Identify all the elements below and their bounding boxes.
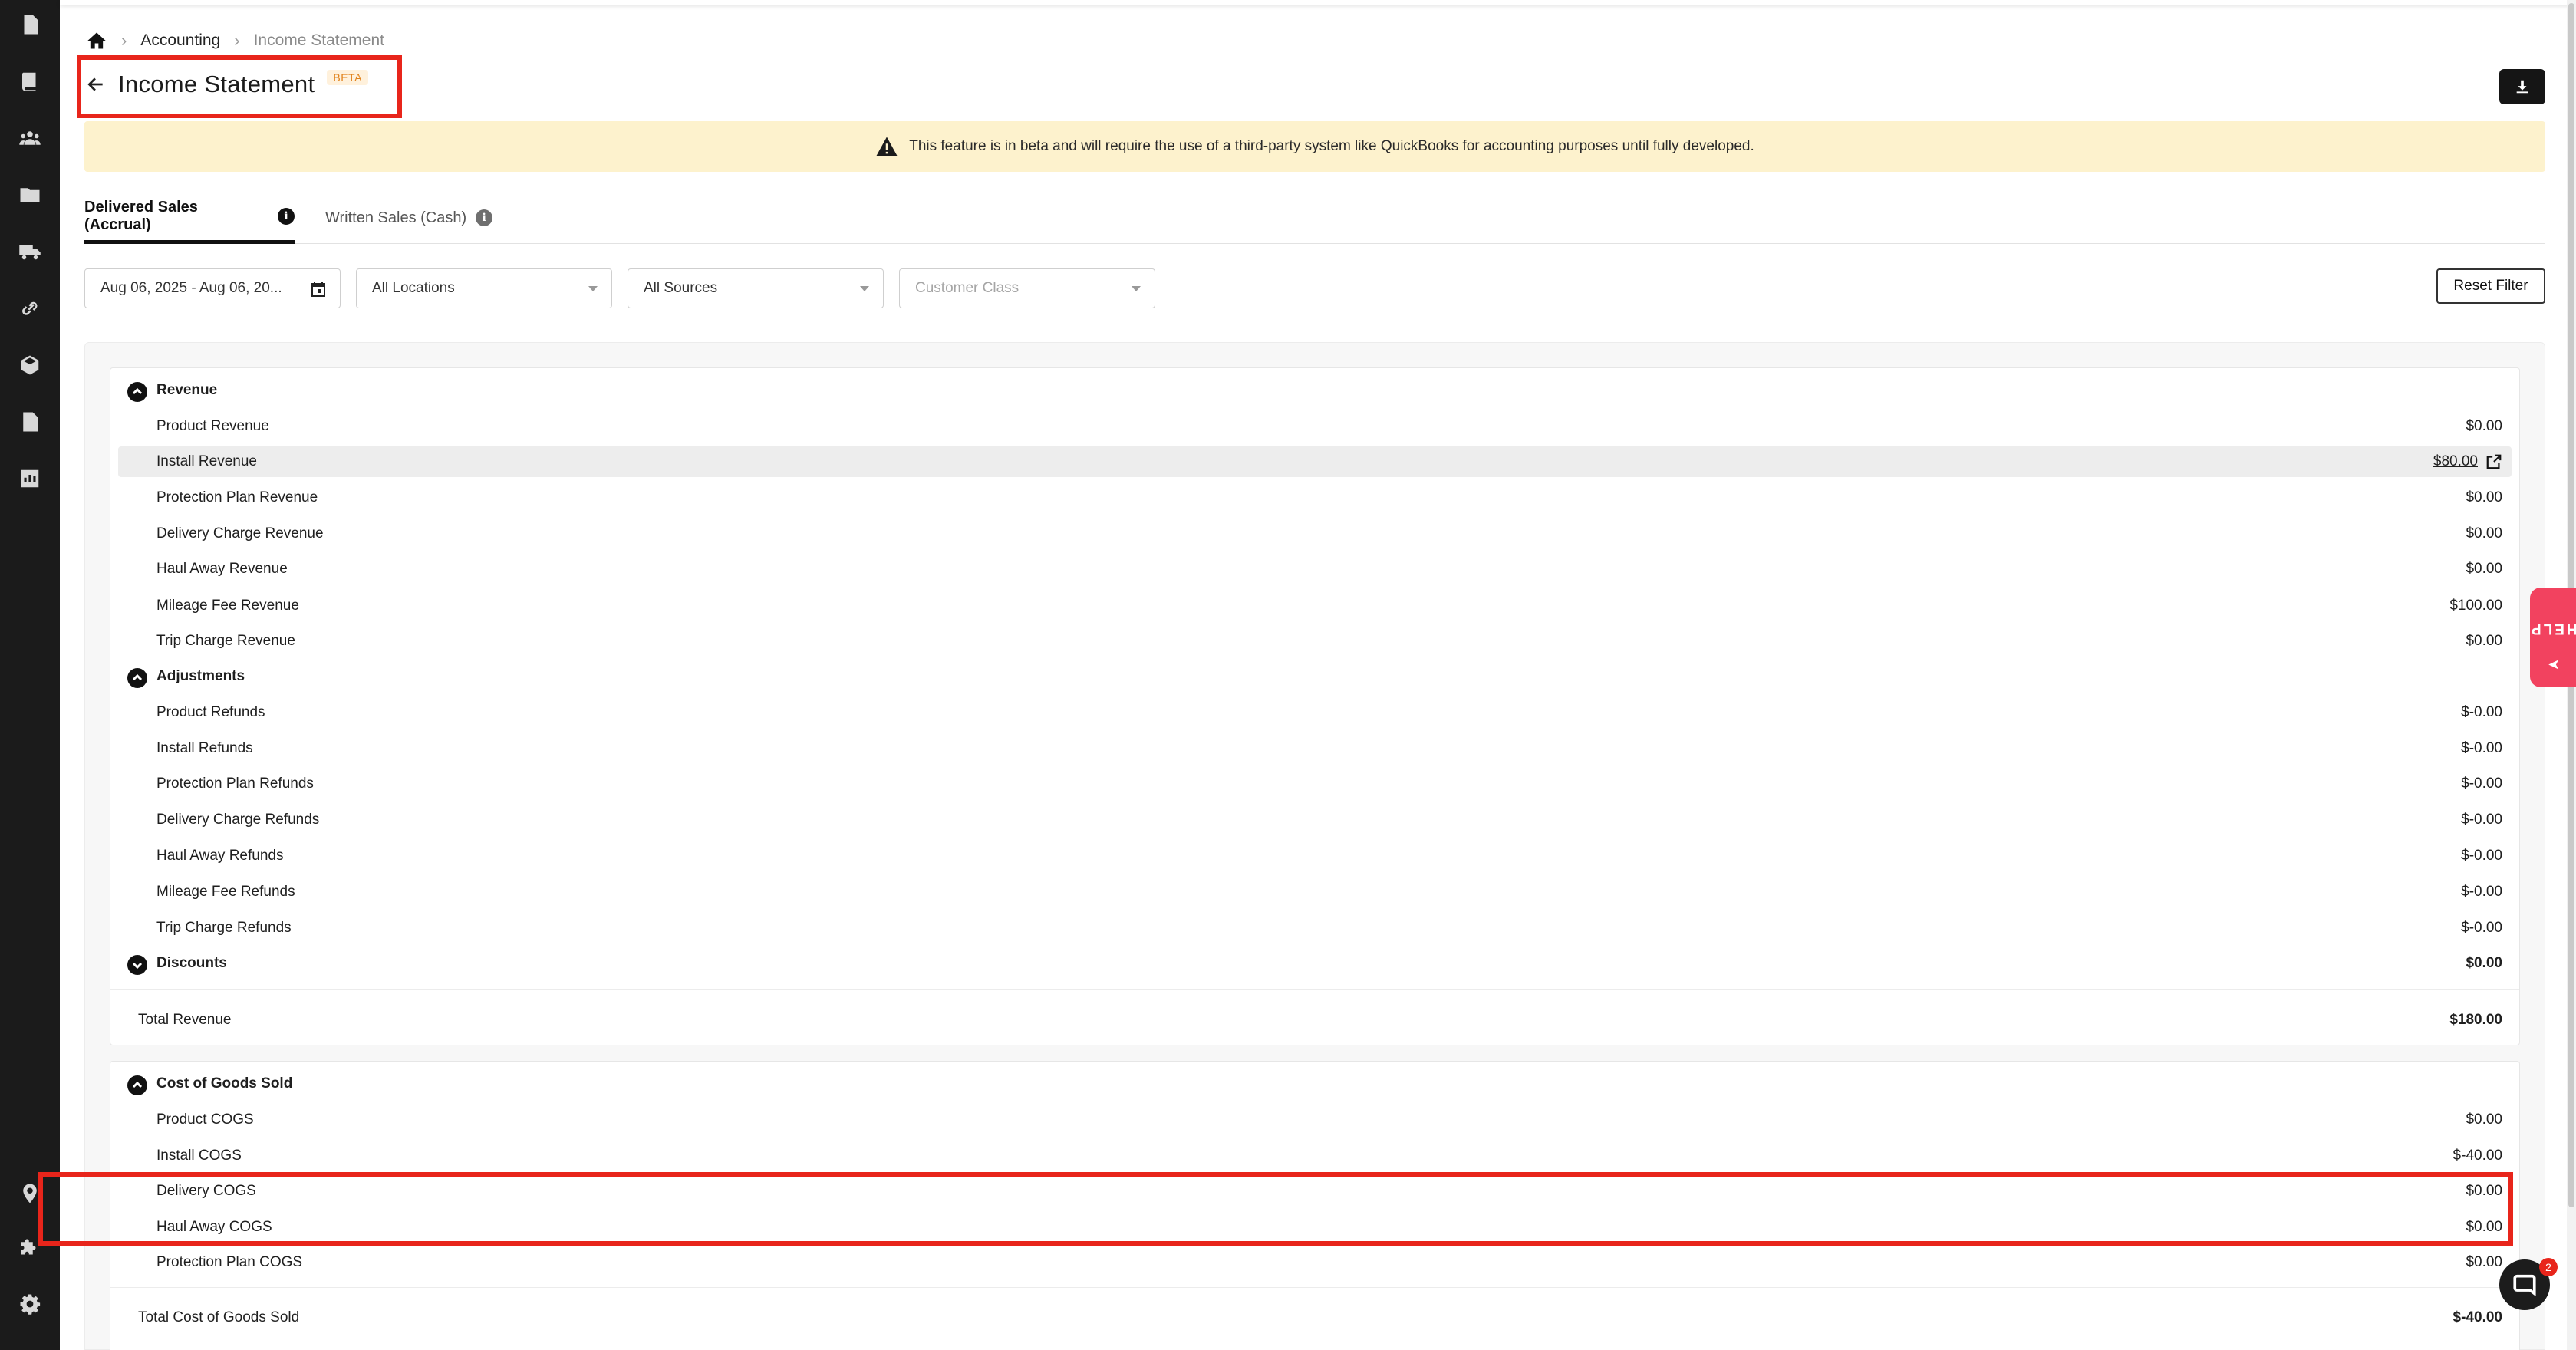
- play-icon: ➤: [2545, 655, 2561, 672]
- help-label: HELP: [2528, 620, 2576, 637]
- discounts-section-header[interactable]: Discounts $0.00: [110, 948, 2519, 979]
- banner-text: This feature is in beta and will require…: [909, 138, 1754, 154]
- calendar-icon[interactable]: [309, 280, 328, 303]
- customer-class-select[interactable]: Customer Class: [899, 268, 1155, 308]
- list-item: Haul Away Revenue $0.00: [156, 561, 2502, 577]
- folder-icon[interactable]: [18, 183, 42, 207]
- beta-warning-banner: This feature is in beta and will require…: [84, 121, 2545, 172]
- chat-icon: [2513, 1274, 2536, 1297]
- list-item: Mileage Fee Revenue $100.00: [156, 598, 2502, 614]
- breadcrumb-accounting[interactable]: Accounting: [140, 31, 220, 50]
- list-item: Delivery Charge Revenue $0.00: [156, 525, 2502, 542]
- chevron-down-icon: [1132, 286, 1141, 291]
- divider: [110, 1287, 2519, 1288]
- info-icon[interactable]: i: [278, 207, 295, 225]
- cogs-section-header[interactable]: Cost of Goods Sold: [110, 1068, 2519, 1099]
- list-item: Product COGS $0.00: [156, 1111, 2502, 1128]
- invoice-icon[interactable]: [18, 12, 42, 37]
- sources-value: All Sources: [644, 280, 718, 296]
- list-item: Install Refunds $-0.00: [156, 740, 2502, 756]
- document-icon[interactable]: [18, 410, 42, 434]
- breadcrumb-income-statement: Income Statement: [253, 31, 384, 49]
- list-item: Mileage Fee Refunds $-0.00: [156, 884, 2502, 900]
- list-item: Install Revenue $80.00: [118, 446, 2512, 477]
- revenue-section-header[interactable]: Revenue: [110, 375, 2519, 406]
- list-item: Trip Charge Revenue $0.00: [156, 633, 2502, 649]
- reset-filter-button[interactable]: Reset Filter: [2436, 268, 2545, 304]
- collapse-icon[interactable]: [127, 382, 147, 402]
- tab-delivered-sales[interactable]: Delivered Sales (Accrual) i: [84, 192, 295, 244]
- breadcrumb-separator: ›: [121, 31, 127, 50]
- info-icon[interactable]: i: [476, 209, 493, 226]
- chevron-down-icon: [860, 286, 869, 291]
- truck-icon[interactable]: [18, 239, 42, 264]
- sources-select[interactable]: All Sources: [628, 268, 884, 308]
- warning-icon: [876, 137, 898, 156]
- tab-written-sales[interactable]: Written Sales (Cash) i: [325, 192, 493, 244]
- revenue-card: Revenue Product Revenue $0.00 Install Re…: [110, 367, 2520, 1045]
- collapse-icon[interactable]: [127, 668, 147, 688]
- install-revenue-link[interactable]: $80.00: [2433, 453, 2502, 470]
- link-icon[interactable]: [18, 296, 42, 321]
- list-item: Install COGS $-40.00: [156, 1148, 2502, 1164]
- book-icon[interactable]: [18, 69, 42, 94]
- date-range-value: Aug 06, 2025 - Aug 06, 20...: [100, 280, 282, 296]
- expand-icon[interactable]: [127, 955, 147, 975]
- list-item: Protection Plan COGS $0.00: [156, 1254, 2502, 1270]
- main-content: › Accounting › Income Statement Income S…: [60, 0, 2576, 1350]
- list-item: Product Revenue $0.00: [156, 418, 2502, 434]
- list-item: Protection Plan Revenue $0.00: [156, 489, 2502, 505]
- list-item: Product Refunds $-0.00: [156, 704, 2502, 720]
- total-revenue-row: Total Revenue $180.00: [138, 1012, 2502, 1028]
- adjustments-section-header[interactable]: Adjustments: [110, 661, 2519, 692]
- list-item: Protection Plan Refunds $-0.00: [156, 775, 2502, 792]
- tab-label: Written Sales (Cash): [325, 209, 467, 226]
- breadcrumb: › Accounting › Income Statement: [86, 28, 384, 54]
- title-highlight-box: [77, 55, 402, 118]
- locations-select[interactable]: All Locations: [356, 268, 612, 308]
- list-item: Trip Charge Refunds $-0.00: [156, 920, 2502, 936]
- list-item: Delivery Charge Refunds $-0.00: [156, 812, 2502, 828]
- breadcrumb-separator: ›: [234, 31, 240, 50]
- cogs-highlight-box: [38, 1172, 2513, 1246]
- tab-bar: Delivered Sales (Accrual) i Written Sale…: [84, 192, 2545, 244]
- collapse-icon[interactable]: [127, 1075, 147, 1095]
- date-range-picker[interactable]: Aug 06, 2025 - Aug 06, 20...: [84, 268, 341, 308]
- download-button[interactable]: [2499, 69, 2545, 104]
- chart-icon[interactable]: [18, 466, 42, 491]
- list-item: Haul Away Refunds $-0.00: [156, 848, 2502, 864]
- chevron-down-icon: [588, 286, 598, 291]
- chat-notification-badge: 2: [2539, 1258, 2558, 1276]
- top-bar: [60, 0, 2576, 5]
- gear-icon[interactable]: [18, 1292, 42, 1316]
- customer-class-placeholder: Customer Class: [915, 280, 1020, 296]
- divider: [110, 989, 2519, 990]
- home-icon[interactable]: [86, 30, 107, 51]
- total-cogs-row: Total Cost of Goods Sold $-40.00: [138, 1309, 2502, 1325]
- download-icon: [2516, 80, 2528, 94]
- external-link-icon[interactable]: [2485, 453, 2502, 470]
- help-tab[interactable]: ➤ HELP: [2528, 588, 2576, 687]
- users-icon[interactable]: [18, 126, 42, 150]
- tab-label: Delivered Sales (Accrual): [84, 198, 198, 233]
- box-icon[interactable]: [18, 353, 42, 377]
- locations-value: All Locations: [372, 280, 455, 296]
- sidebar: [0, 0, 60, 1350]
